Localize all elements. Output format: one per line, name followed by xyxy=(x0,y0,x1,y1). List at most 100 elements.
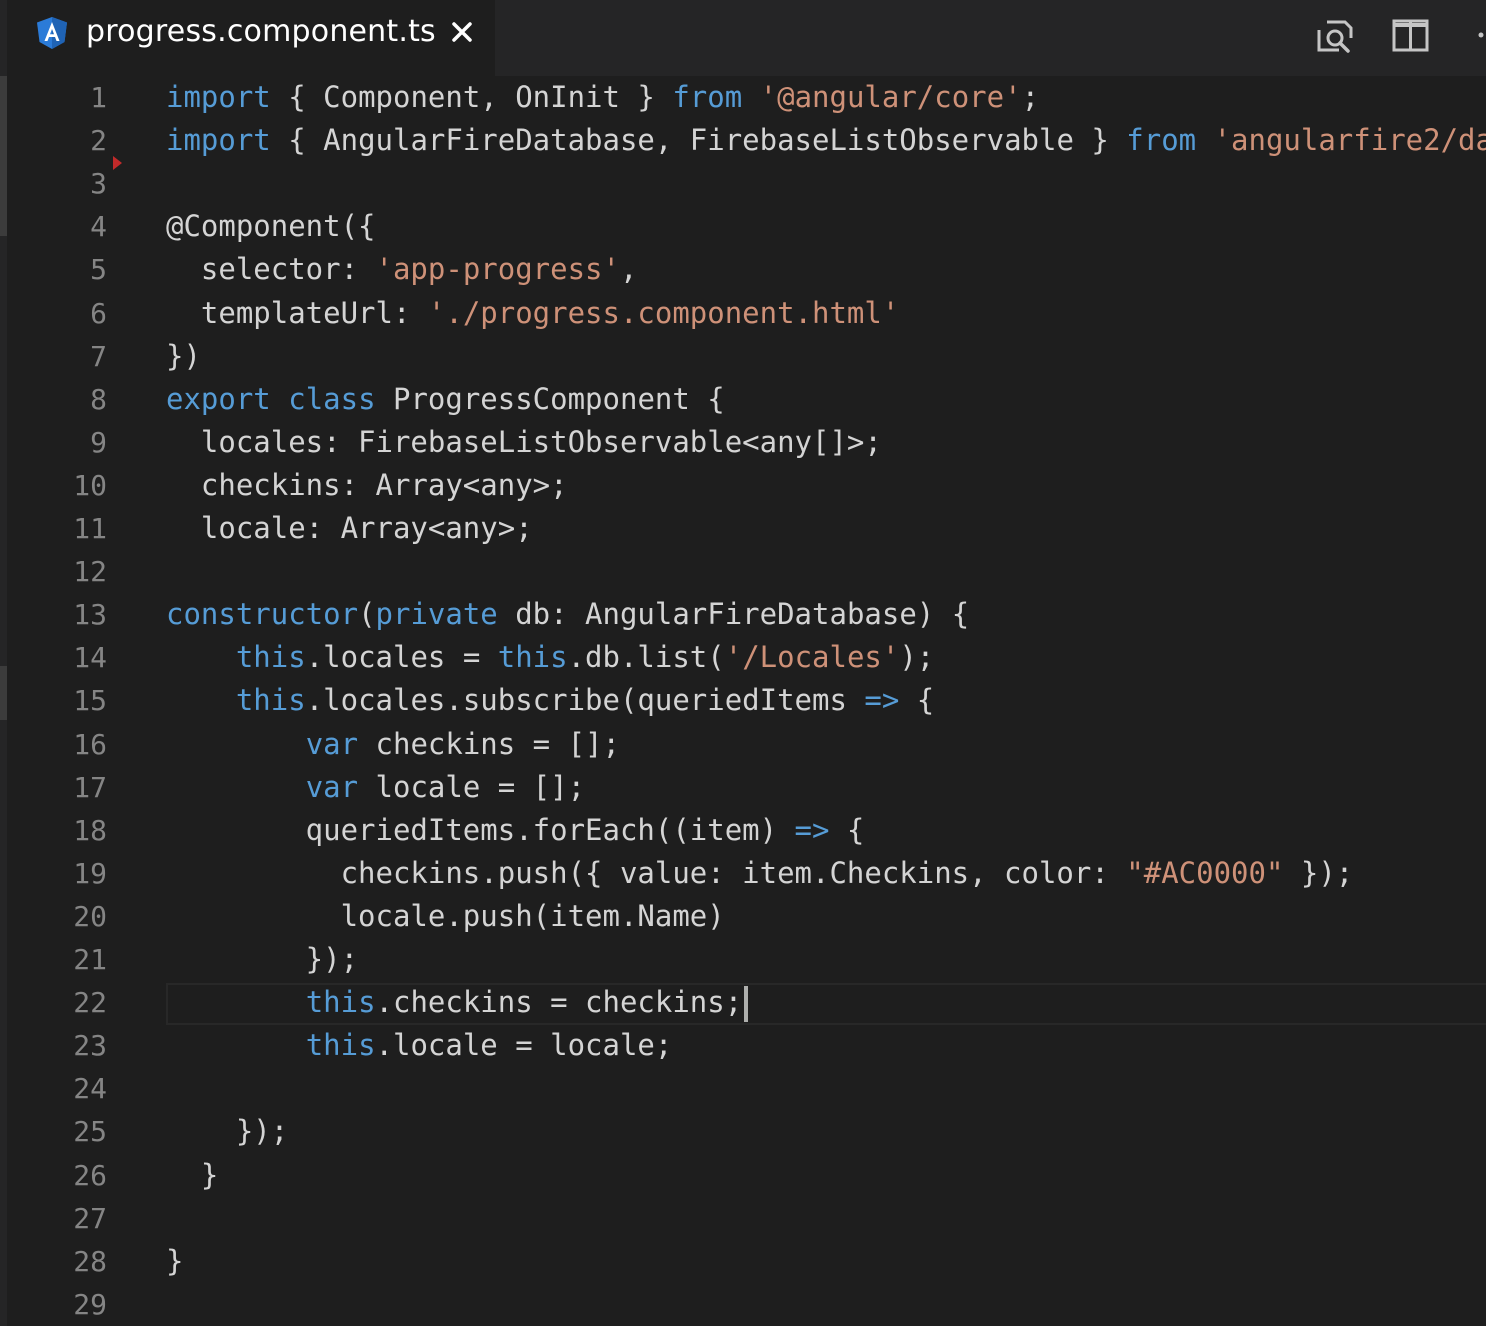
tab-filename: progress.component.ts xyxy=(86,14,436,49)
code-token: .locales = xyxy=(305,640,498,675)
more-actions-icon[interactable] xyxy=(1469,16,1486,56)
scroll-indicator xyxy=(0,76,7,236)
keyword-token: export xyxy=(166,381,271,416)
code-line: } xyxy=(166,1240,183,1283)
line-number: 13 xyxy=(73,598,107,632)
code-token: db: AngularFireDatabase) { xyxy=(497,597,970,632)
open-preview-icon[interactable] xyxy=(1315,16,1355,56)
code-line: import { Component, OnInit } from '@angu… xyxy=(166,76,1039,119)
code-token: .db.list( xyxy=(567,640,725,675)
split-editor-icon[interactable] xyxy=(1391,16,1431,56)
line-number: 19 xyxy=(73,856,107,890)
code-token: }); xyxy=(1283,855,1354,890)
keyword-token: private xyxy=(375,597,498,632)
line-number: 1 xyxy=(90,81,107,114)
code-token: ; xyxy=(1021,80,1040,114)
code-line: @Component({ xyxy=(166,205,376,248)
line-number: 23 xyxy=(73,1029,107,1063)
code-line: selector: 'app-progress', xyxy=(166,248,638,291)
code-line: this.locale = locale; xyxy=(166,1024,673,1067)
line-number: 4 xyxy=(90,210,107,244)
code-line: }); xyxy=(166,938,358,981)
line-number: 7 xyxy=(90,339,107,373)
line-number: 6 xyxy=(90,296,107,330)
close-icon[interactable] xyxy=(450,20,474,44)
code-line: import { AngularFireDatabase, FirebaseLi… xyxy=(166,119,1486,162)
line-number: 17 xyxy=(73,770,107,804)
code-token: { xyxy=(829,812,865,847)
line-number: 3 xyxy=(90,167,107,201)
code-line: this.locales.subscribe(queriedItems => { xyxy=(166,679,934,722)
keyword-token: => xyxy=(864,683,900,718)
code-token: { AngularFireDatabase, FirebaseListObser… xyxy=(270,123,1127,158)
keyword-token: class xyxy=(288,381,376,416)
keyword-token: => xyxy=(794,812,830,847)
line-number: 18 xyxy=(73,813,107,847)
code-line: locales: FirebaseListObservable<any[]>; xyxy=(166,421,882,464)
code-token: .checkins = checkins; xyxy=(375,985,743,1020)
code-token: checkins = []; xyxy=(358,726,620,761)
code-line: var checkins = []; xyxy=(166,723,620,766)
line-number: 11 xyxy=(73,512,107,545)
line-number: 15 xyxy=(73,684,107,718)
code-token: { Component, OnInit } xyxy=(270,80,673,114)
line-number: 16 xyxy=(73,727,107,761)
code-token: ProgressComponent { xyxy=(375,381,725,416)
code-token: }) xyxy=(166,338,201,373)
code-token: checkins.push({ value: item.Checkins, co… xyxy=(166,855,1127,890)
line-number: 10 xyxy=(73,468,107,502)
keyword-token: constructor xyxy=(166,597,359,632)
code-token: locale.push(item.Name) xyxy=(166,898,725,933)
line-number: 25 xyxy=(73,1115,107,1149)
code-token: checkins: Array<any>; xyxy=(166,467,568,502)
code-token: } xyxy=(166,1243,184,1278)
activity-strip xyxy=(0,0,7,1326)
code-token: }); xyxy=(166,1114,289,1149)
keyword-token: this xyxy=(497,640,568,675)
keyword-token: import xyxy=(166,80,271,114)
angular-icon xyxy=(37,17,67,49)
line-number: 20 xyxy=(73,899,107,933)
code-line: } xyxy=(166,1154,218,1197)
code-line: queriedItems.forEach((item) => { xyxy=(166,809,865,852)
line-number: 9 xyxy=(90,425,107,459)
scroll-indicator xyxy=(0,666,7,720)
string-token: '@angular/core' xyxy=(759,80,1022,114)
line-number: 14 xyxy=(73,641,107,675)
code-line: this.locales = this.db.list('/Locales'); xyxy=(166,636,934,679)
line-number: 22 xyxy=(73,986,107,1020)
code-line: }); xyxy=(166,1110,288,1153)
string-token: '/Locales' xyxy=(724,640,900,675)
keyword-token: this xyxy=(235,683,306,718)
line-number: 5 xyxy=(90,253,107,287)
code-token: ); xyxy=(899,640,935,675)
tab-bar: progress.component.ts xyxy=(7,0,1486,76)
string-token: 'app-progress' xyxy=(375,252,620,287)
line-number: 24 xyxy=(73,1072,107,1106)
code-token: }); xyxy=(166,942,359,976)
code-line: checkins: Array<any>; xyxy=(166,464,568,507)
code-token: locale = []; xyxy=(358,769,586,804)
code-token: @Component({ xyxy=(166,209,376,244)
code-token: .locales.subscribe(queriedItems xyxy=(305,683,865,718)
string-token: 'angularfire2/da xyxy=(1213,123,1486,158)
code-line: locale.push(item.Name) xyxy=(166,895,725,938)
keyword-token: this xyxy=(305,1028,376,1063)
code-line: export class ProgressComponent { xyxy=(166,378,725,421)
editor-tab[interactable]: progress.component.ts xyxy=(7,0,495,76)
code-token: selector: xyxy=(166,252,376,287)
keyword-token: from xyxy=(1126,123,1197,158)
code-line: }) xyxy=(166,335,201,378)
string-token: './progress.component.html' xyxy=(427,295,900,330)
keyword-token: this xyxy=(305,985,376,1020)
line-number: 8 xyxy=(90,382,107,416)
code-token: locale: Array<any>; xyxy=(166,511,533,545)
line-number: 26 xyxy=(73,1158,107,1192)
code-token: } xyxy=(166,1157,219,1192)
text-cursor xyxy=(744,986,749,1023)
line-number: 21 xyxy=(73,943,107,976)
code-token: queriedItems.forEach((item) xyxy=(166,812,795,847)
